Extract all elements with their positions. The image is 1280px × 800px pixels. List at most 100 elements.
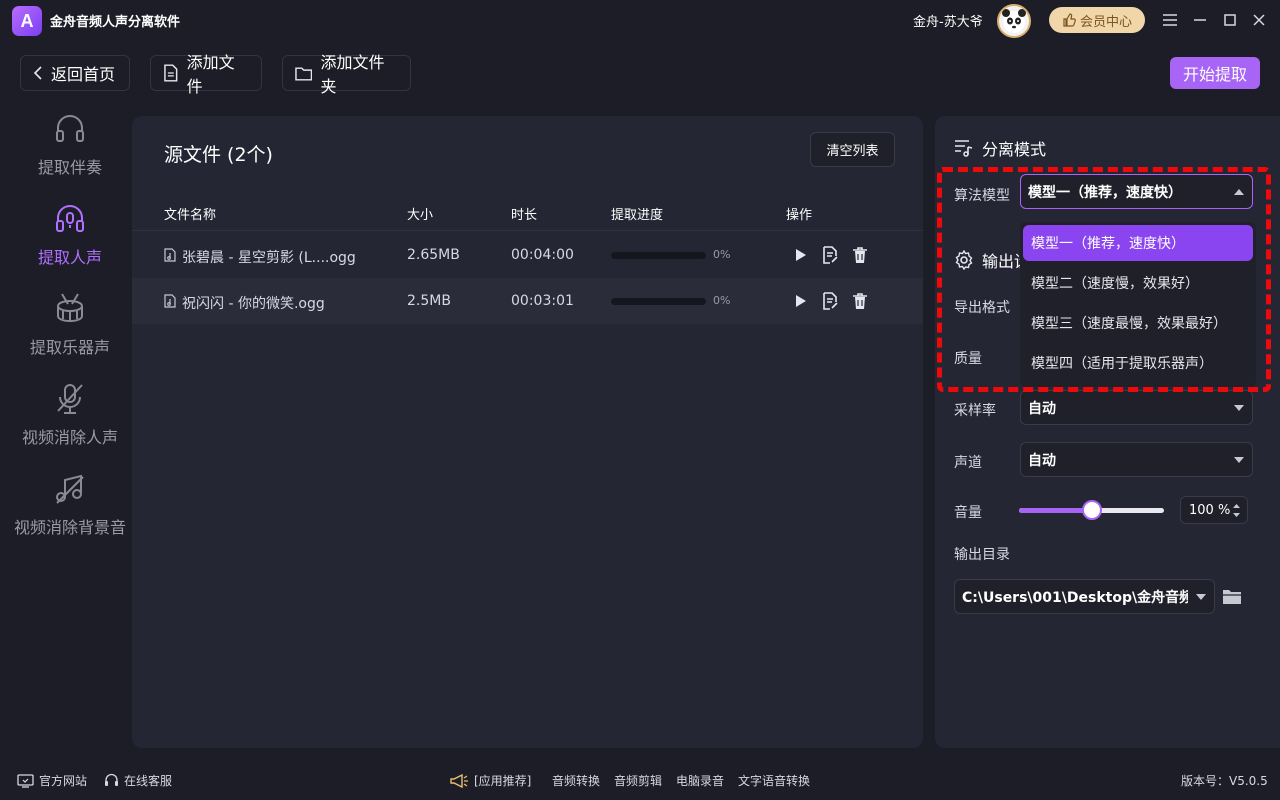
progress-text: 0% xyxy=(713,248,731,261)
edit-file-icon[interactable] xyxy=(821,246,839,264)
menu-button[interactable] xyxy=(1159,9,1181,31)
maximize-button[interactable] xyxy=(1219,9,1241,31)
panda-avatar-icon xyxy=(1002,9,1026,33)
table-row[interactable]: 祝闪闪 - 你的微笑.ogg 2.5MB 00:03:01 0% xyxy=(132,278,923,324)
export-format-label: 导出格式 xyxy=(954,300,1010,316)
gear-icon xyxy=(955,250,973,270)
header-divider xyxy=(132,230,923,231)
minimize-button[interactable] xyxy=(1189,9,1211,31)
app-recommend: [应用推荐] xyxy=(449,772,531,789)
separation-mode-title: 分离模式 xyxy=(954,136,1046,160)
progress-bar xyxy=(611,298,706,305)
file-size: 2.65MB xyxy=(407,247,460,263)
footer-link-text-to-speech[interactable]: 文字语音转换 xyxy=(738,772,810,789)
clear-list-button[interactable]: 清空列表 xyxy=(810,132,895,167)
column-header-ops: 操作 xyxy=(786,208,813,223)
output-dir-label: 输出目录 xyxy=(954,547,1010,563)
algo-option-1[interactable]: 模型一（推荐，速度快） xyxy=(1023,225,1253,261)
algo-model-label: 算法模型 xyxy=(954,188,1010,204)
add-folder-button[interactable]: 添加文件夹 xyxy=(282,53,411,96)
close-button[interactable] xyxy=(1248,9,1270,31)
file-name: 张碧晨 - 星空剪影 (L....ogg xyxy=(182,250,356,266)
app-logo: A xyxy=(12,6,42,36)
edit-file-icon[interactable] xyxy=(821,292,839,310)
table-row[interactable]: 张碧晨 - 星空剪影 (L....ogg 2.65MB 00:04:00 0% xyxy=(132,232,923,278)
avatar[interactable] xyxy=(997,4,1031,38)
source-files-panel: 源文件 (2个) 清空列表 文件名称 大小 时长 提取进度 操作 张碧晨 - 星… xyxy=(132,116,923,748)
sample-rate-label: 采样率 xyxy=(954,403,996,419)
trash-icon[interactable] xyxy=(851,246,869,264)
file-duration: 00:03:01 xyxy=(511,293,574,309)
thumbs-up-icon xyxy=(1063,13,1076,27)
list-music-icon xyxy=(955,140,973,157)
footer-link-audio-edit[interactable]: 音频剪辑 xyxy=(614,772,662,789)
algo-option-4[interactable]: 模型四（适用于提取乐器声） xyxy=(1023,345,1253,381)
sample-rate-select[interactable]: 自动 xyxy=(1020,390,1253,425)
add-file-button[interactable]: 添加文件 xyxy=(150,53,262,96)
folder-icon xyxy=(295,66,313,81)
nav-item-extract-instruments[interactable]: 提取乐器声 xyxy=(0,292,140,372)
start-extract-button[interactable]: 开始提取 xyxy=(1170,57,1260,89)
file-icon xyxy=(164,64,178,82)
chevron-up-icon xyxy=(1234,189,1244,195)
play-icon[interactable] xyxy=(791,246,809,264)
column-header-progress: 提取进度 xyxy=(611,208,664,223)
footer-link-audio-convert[interactable]: 音频转换 xyxy=(552,772,600,789)
volume-slider-thumb[interactable] xyxy=(1081,500,1102,520)
channel-label: 声道 xyxy=(954,455,982,471)
megaphone-icon xyxy=(450,773,468,788)
headphones-mic-icon xyxy=(56,205,84,232)
source-files-title: 源文件 (2个) xyxy=(164,144,273,166)
file-duration: 00:04:00 xyxy=(511,247,574,263)
minimize-icon xyxy=(1194,19,1206,21)
folder-open-icon[interactable] xyxy=(1222,588,1242,605)
chevron-down-icon xyxy=(1234,405,1244,411)
volume-slider-fill xyxy=(1019,508,1092,513)
settings-panel: 分离模式 算法模型 模型一（推荐，速度快） 输出设置 导出格式 质量 采样率 自… xyxy=(935,116,1280,748)
version-text: 版本号：V5.0.5 xyxy=(1181,774,1268,788)
volume-input[interactable]: 100 % xyxy=(1180,496,1248,524)
vip-center-button[interactable]: 会员中心 xyxy=(1049,7,1145,33)
progress-bar xyxy=(611,252,706,259)
monitor-icon xyxy=(17,773,34,788)
volume-label: 音量 xyxy=(954,505,982,521)
nav-item-extract-accompaniment[interactable]: 提取伴奏 xyxy=(0,112,140,192)
trash-icon[interactable] xyxy=(851,292,869,310)
app-title: 金舟音频人声分离软件 xyxy=(50,15,181,30)
algo-model-dropdown: 模型一（推荐，速度快） 模型二（速度慢，效果好） 模型三（速度最慢，效果最好） … xyxy=(1020,222,1256,387)
algo-model-select[interactable]: 模型一（推荐，速度快） xyxy=(1020,174,1253,209)
drum-icon xyxy=(57,293,83,323)
username: 金舟-苏大爷 xyxy=(913,15,983,30)
play-icon[interactable] xyxy=(791,292,809,310)
file-name: 祝闪闪 - 你的微笑.ogg xyxy=(182,296,325,312)
chevron-down-icon xyxy=(1234,457,1244,463)
hamburger-icon xyxy=(1163,14,1177,26)
nav-item-extract-vocals[interactable]: 提取人声 xyxy=(0,202,140,282)
column-header-name: 文件名称 xyxy=(164,208,217,223)
audio-file-icon xyxy=(164,294,176,308)
nav-item-video-remove-background[interactable]: 视频消除背景音 xyxy=(0,472,140,552)
audio-file-icon xyxy=(164,248,176,262)
maximize-icon xyxy=(1224,14,1236,26)
output-dir-select[interactable]: C:\Users\001\Desktop\金舟音频人 xyxy=(954,579,1215,614)
chevron-down-icon xyxy=(1196,594,1206,600)
chevron-left-icon xyxy=(33,66,42,80)
nav-item-video-remove-vocals[interactable]: 视频消除人声 xyxy=(0,382,140,462)
close-icon xyxy=(1253,14,1265,26)
progress-text: 0% xyxy=(713,294,731,307)
headset-icon xyxy=(105,773,118,786)
column-header-size: 大小 xyxy=(407,208,434,223)
online-support-link[interactable]: 在线客服 xyxy=(104,772,172,789)
algo-option-2[interactable]: 模型二（速度慢，效果好） xyxy=(1023,265,1253,301)
column-header-duration: 时长 xyxy=(511,208,538,223)
official-website-link[interactable]: 官方网站 xyxy=(17,772,87,789)
title-bar: A 金舟音频人声分离软件 金舟-苏大爷 会员中心 xyxy=(0,0,1280,40)
quality-label: 质量 xyxy=(954,351,982,367)
channel-select[interactable]: 自动 xyxy=(1020,442,1253,477)
footer: 官方网站 在线客服 [应用推荐] 音频转换 音频剪辑 电脑录音 文字语音转换 版… xyxy=(0,762,1280,800)
footer-link-pc-record[interactable]: 电脑录音 xyxy=(676,772,724,789)
file-size: 2.5MB xyxy=(407,293,451,309)
back-home-button[interactable]: 返回首页 xyxy=(20,55,130,91)
algo-option-3[interactable]: 模型三（速度最慢，效果最好） xyxy=(1023,305,1253,341)
stepper-icon[interactable] xyxy=(1232,503,1241,518)
